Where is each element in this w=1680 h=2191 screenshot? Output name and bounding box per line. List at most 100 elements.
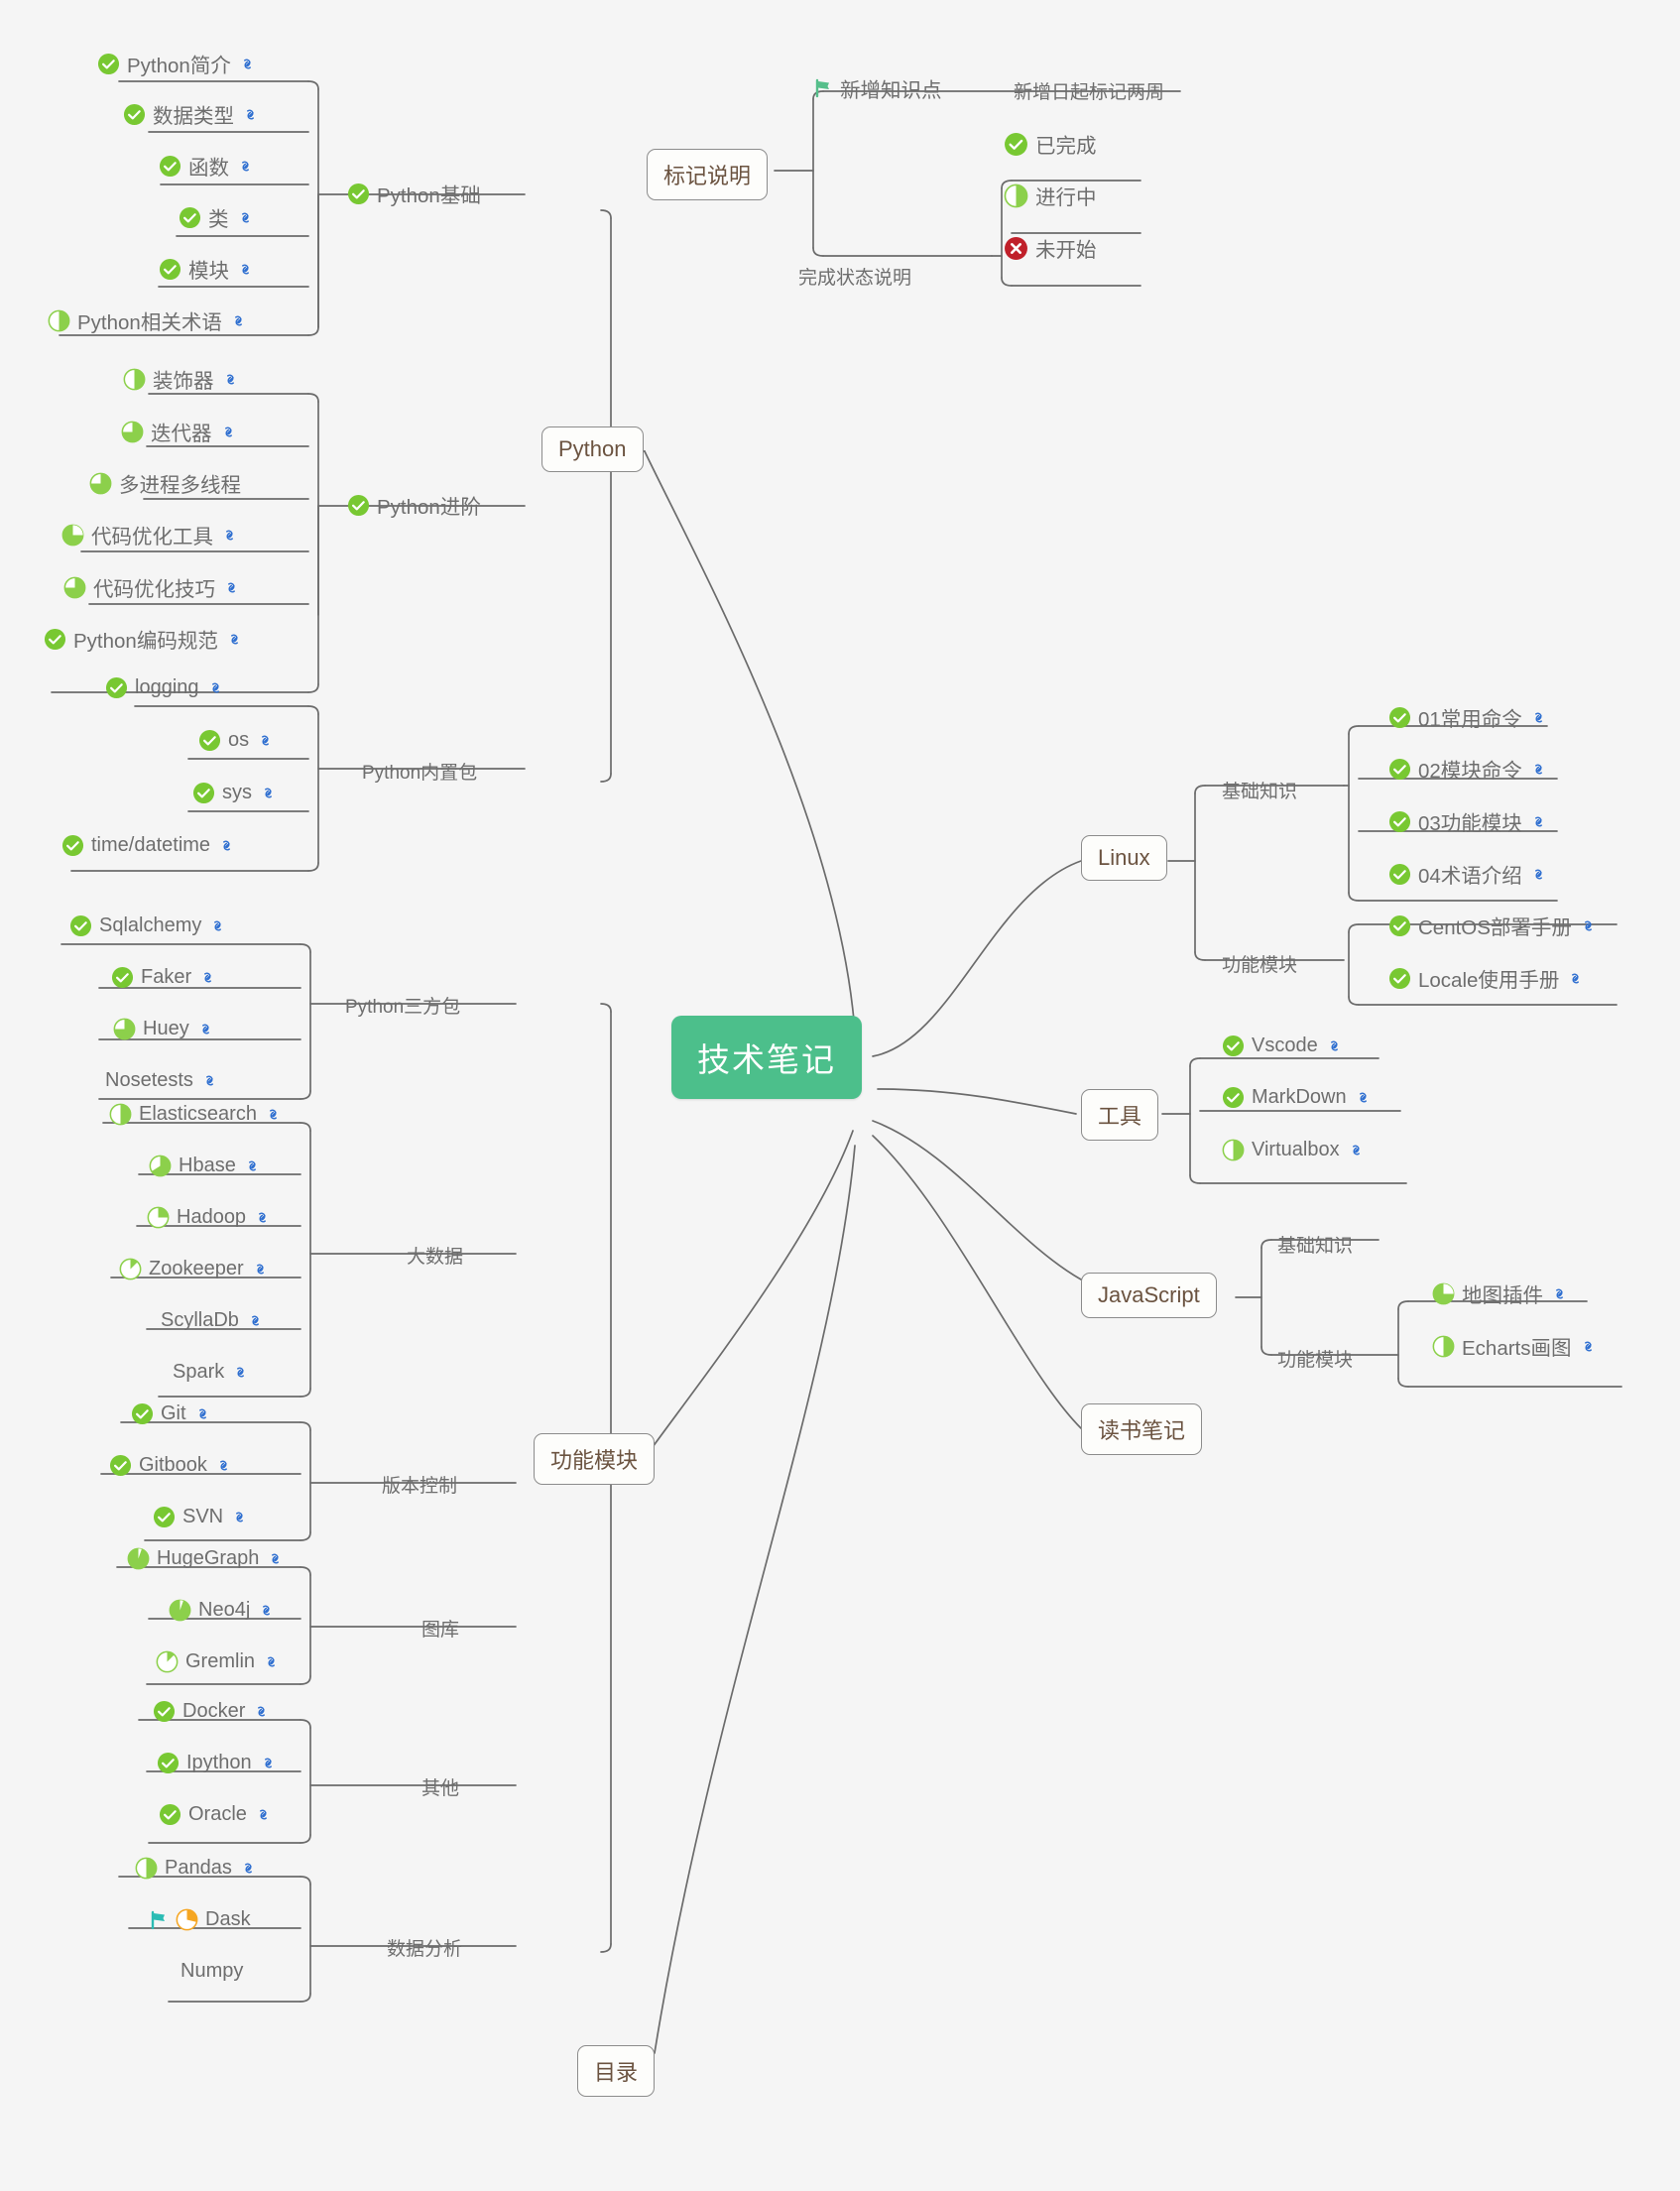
leaf-hugegraph[interactable]: HugeGraph xyxy=(125,1545,287,1575)
leaf-gitbook[interactable]: Gitbook xyxy=(107,1452,235,1482)
leaf-code-optimize-tools[interactable]: 代码优化工具 xyxy=(60,518,241,554)
legend-status-done[interactable]: 已完成 xyxy=(1002,127,1099,164)
link-icon[interactable] xyxy=(259,1754,278,1772)
leaf-linux-function-modules[interactable]: 03功能模块 xyxy=(1386,804,1550,841)
link-icon[interactable] xyxy=(236,208,255,227)
leaf-echarts[interactable]: Echarts画图 xyxy=(1430,1329,1600,1366)
link-icon[interactable] xyxy=(236,260,255,279)
leaf-centos-deploy-manual[interactable]: CentOS部署手册 xyxy=(1386,909,1600,945)
leaf-hadoop[interactable]: Hadoop xyxy=(145,1204,274,1234)
leaf-ipython[interactable]: Ipython xyxy=(155,1750,280,1779)
link-icon[interactable] xyxy=(253,1208,272,1227)
leaf-spark[interactable]: Spark xyxy=(171,1359,252,1389)
leaf-logging[interactable]: logging xyxy=(103,674,227,704)
group-python-basics[interactable]: Python基础 xyxy=(345,177,483,213)
link-icon[interactable] xyxy=(222,578,241,597)
leaf-data-types[interactable]: 数据类型 xyxy=(121,97,262,134)
leaf-linux-module-commands[interactable]: 02模块命令 xyxy=(1386,752,1550,789)
link-icon[interactable] xyxy=(206,678,225,697)
branch-function-modules[interactable]: 功能模块 xyxy=(534,1433,656,1485)
leaf-dask[interactable]: Dask xyxy=(147,1906,253,1936)
branch-tools[interactable]: 工具 xyxy=(1081,1089,1159,1141)
group-python-advanced[interactable]: Python进阶 xyxy=(345,488,483,525)
leaf-markdown[interactable]: MarkDown xyxy=(1220,1084,1375,1114)
leaf-locale-manual[interactable]: Locale使用手册 xyxy=(1386,961,1587,998)
leaf-nosetests[interactable]: Nosetests xyxy=(103,1067,221,1097)
link-icon[interactable] xyxy=(257,1601,276,1620)
leaf-neo4j[interactable]: Neo4j xyxy=(167,1597,278,1627)
branch-reading-notes[interactable]: 读书笔记 xyxy=(1081,1403,1203,1455)
link-icon[interactable] xyxy=(1579,916,1598,935)
leaf-numpy[interactable]: Numpy xyxy=(179,1958,245,1988)
branch-python[interactable]: Python xyxy=(541,426,644,472)
link-icon[interactable] xyxy=(1529,812,1548,831)
link-icon[interactable] xyxy=(200,1071,219,1090)
link-icon[interactable] xyxy=(262,1652,281,1671)
link-icon[interactable] xyxy=(229,311,248,330)
leaf-gremlin[interactable]: Gremlin xyxy=(154,1648,283,1678)
leaf-linux-terms[interactable]: 04术语介绍 xyxy=(1386,857,1550,894)
link-icon[interactable] xyxy=(193,1404,212,1423)
leaf-map-plugin[interactable]: 地图插件 xyxy=(1430,1277,1571,1313)
leaf-functions[interactable]: 函数 xyxy=(157,149,257,185)
leaf-python-intro[interactable]: Python简介 xyxy=(95,47,259,83)
leaf-oracle[interactable]: Oracle xyxy=(157,1801,275,1831)
link-icon[interactable] xyxy=(230,1508,249,1526)
leaf-huey[interactable]: Huey xyxy=(111,1016,217,1045)
legend-status-inprogress[interactable]: 进行中 xyxy=(1002,179,1099,215)
leaf-sys[interactable]: sys xyxy=(190,780,280,809)
link-icon[interactable] xyxy=(1354,1088,1373,1107)
root-node[interactable]: 技术笔记 xyxy=(671,1016,862,1099)
link-icon[interactable] xyxy=(1529,708,1548,727)
legend-title-node[interactable]: 标记说明 xyxy=(647,149,769,200)
link-icon[interactable] xyxy=(243,1156,262,1175)
link-icon[interactable] xyxy=(252,1702,271,1721)
link-icon[interactable] xyxy=(259,784,278,802)
link-icon[interactable] xyxy=(264,1105,283,1124)
link-icon[interactable] xyxy=(196,1020,215,1038)
link-icon[interactable] xyxy=(208,916,227,935)
leaf-zookeeper[interactable]: Zookeeper xyxy=(117,1256,272,1285)
link-icon[interactable] xyxy=(251,1260,270,1278)
link-icon[interactable] xyxy=(220,526,239,545)
leaf-git[interactable]: Git xyxy=(129,1400,214,1430)
link-icon[interactable] xyxy=(1550,1284,1569,1303)
leaf-elasticsearch[interactable]: Elasticsearch xyxy=(107,1101,285,1131)
link-icon[interactable] xyxy=(1579,1337,1598,1356)
leaf-iterator[interactable]: 迭代器 xyxy=(119,415,240,451)
branch-javascript[interactable]: JavaScript xyxy=(1081,1273,1217,1318)
leaf-decorator[interactable]: 装饰器 xyxy=(121,362,242,399)
leaf-vscode[interactable]: Vscode xyxy=(1220,1033,1346,1062)
link-icon[interactable] xyxy=(221,370,240,389)
leaf-code-optimize-tips[interactable]: 代码优化技巧 xyxy=(61,570,243,607)
leaf-linux-common-commands[interactable]: 01常用命令 xyxy=(1386,700,1550,737)
leaf-classes[interactable]: 类 xyxy=(177,200,257,237)
leaf-os[interactable]: os xyxy=(196,727,277,757)
link-icon[interactable] xyxy=(219,423,238,441)
link-icon[interactable] xyxy=(254,1805,273,1824)
leaf-pandas[interactable]: Pandas xyxy=(133,1855,260,1885)
link-icon[interactable] xyxy=(266,1549,285,1568)
link-icon[interactable] xyxy=(231,1363,250,1382)
link-icon[interactable] xyxy=(246,1311,265,1330)
leaf-svn[interactable]: SVN xyxy=(151,1504,251,1533)
leaf-python-terms[interactable]: Python相关术语 xyxy=(46,304,250,340)
legend-status-notstarted[interactable]: 未开始 xyxy=(1002,231,1099,268)
link-icon[interactable] xyxy=(198,968,217,987)
leaf-time-datetime[interactable]: time/datetime xyxy=(60,832,238,862)
link-icon[interactable] xyxy=(1325,1036,1344,1055)
link-icon[interactable] xyxy=(214,1456,233,1475)
link-icon[interactable] xyxy=(225,630,244,649)
link-icon[interactable] xyxy=(1566,969,1585,988)
link-icon[interactable] xyxy=(1529,760,1548,779)
link-icon[interactable] xyxy=(236,157,255,176)
leaf-virtualbox[interactable]: Virtualbox xyxy=(1220,1137,1368,1166)
leaf-sqlalchemy[interactable]: Sqlalchemy xyxy=(67,913,229,942)
leaf-multiprocess-multithread[interactable]: 多进程多线程 xyxy=(87,466,243,503)
legend-new-flag-item[interactable]: 新增知识点 xyxy=(811,71,944,108)
branch-linux[interactable]: Linux xyxy=(1081,835,1167,881)
link-icon[interactable] xyxy=(1529,865,1548,884)
leaf-modules[interactable]: 模块 xyxy=(157,252,257,289)
leaf-python-coding-style[interactable]: Python编码规范 xyxy=(42,622,246,659)
link-icon[interactable] xyxy=(217,836,236,855)
